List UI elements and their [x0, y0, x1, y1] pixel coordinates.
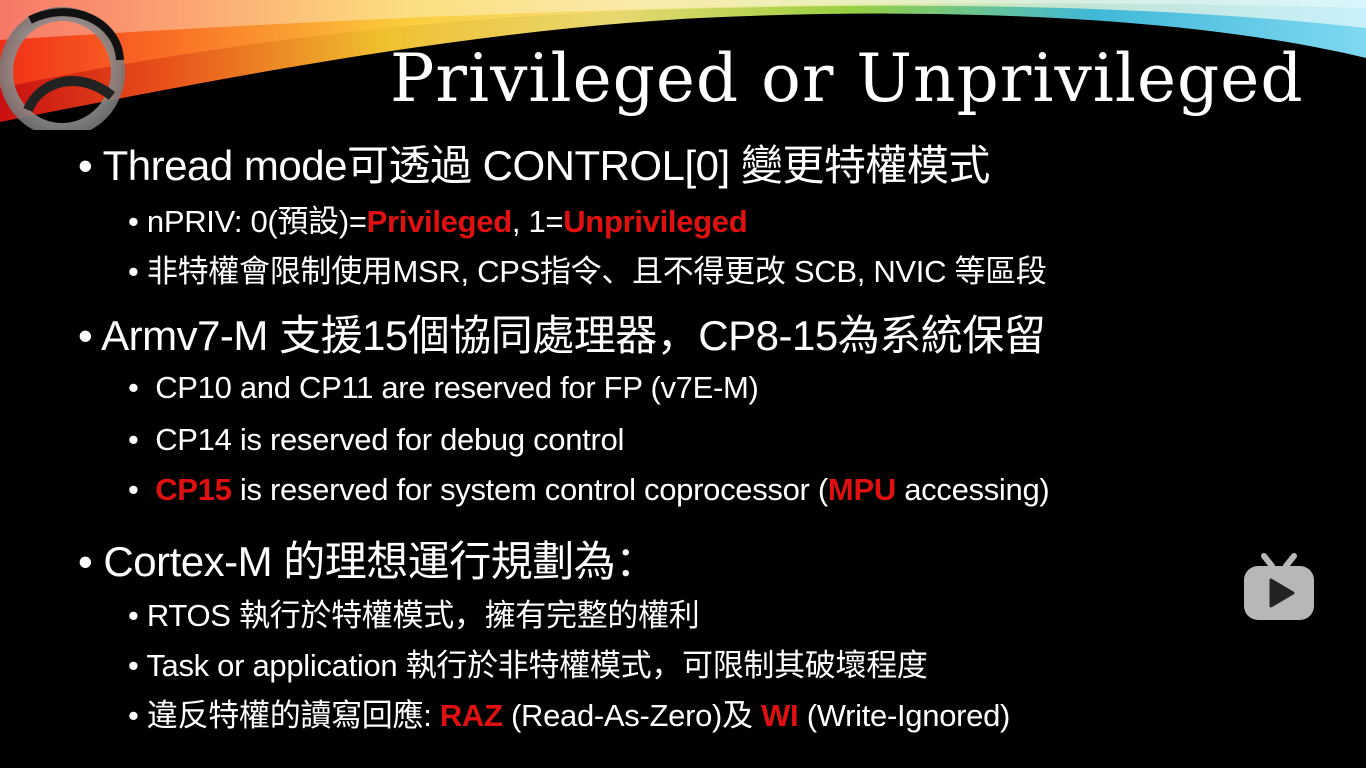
item-text: CP14 is reserved for debug control [155, 422, 625, 457]
item-text: 違反特權的讀寫回應: [146, 698, 440, 733]
item-text: , 1= [511, 204, 564, 239]
item-text: (Read-As-Zero)及 [502, 698, 762, 733]
section-heading-cortex-m: • Cortex-M 的理想運行規劃為： [78, 528, 657, 589]
heading-text: Thread mode可透過 CONTROL[0] 變更特權模式 [102, 142, 991, 189]
list-item-cp10-cp11: • CP10 and CP11 are reserved for FP (v7E… [128, 370, 759, 406]
list-item-rtos: • RTOS 執行於特權模式，擁有完整的權利 [128, 590, 700, 635]
list-item-task: • Task or application 執行於非特權模式，可限制其破壞程度 [128, 640, 928, 685]
item-text: Task or application 執行於非特權模式，可限制其破壞程度 [146, 648, 928, 683]
bullet-icon: • [128, 370, 139, 405]
bullet-icon: • [78, 312, 93, 359]
bullet-icon: • [128, 598, 139, 633]
item-text: CP10 and CP11 are reserved for FP (v7E-M… [155, 370, 759, 405]
list-item-violation: • 違反特權的讀寫回應: RAZ (Read-As-Zero)及 WI (Wri… [128, 690, 1010, 735]
bullet-icon: • [128, 698, 139, 733]
bullet-icon: • [128, 472, 139, 507]
item-text: is reserved for system control coprocess… [231, 472, 828, 507]
bullet-icon: • [78, 142, 93, 189]
section-heading-coprocessors: • Armv7-M 支援15個協同處理器，CP8-15為系統保留 [78, 302, 1046, 363]
highlight-mpu: MPU [827, 472, 896, 507]
highlight-privileged: Privileged [366, 204, 512, 239]
bilibili-tv-icon[interactable] [1242, 552, 1316, 624]
presentation-slide: Privileged or Unprivileged • Thread mode… [0, 0, 1366, 768]
bullet-icon: • [78, 538, 93, 585]
item-text: (Write-Ignored) [798, 698, 1011, 733]
highlight-unprivileged: Unprivileged [563, 204, 748, 239]
list-item-cp15: • CP15 is reserved for system control co… [128, 472, 1050, 508]
bullet-icon: • [128, 204, 139, 239]
list-item-npriv: • nPRIV: 0(預設)=Privileged, 1=Unprivilege… [128, 196, 748, 241]
list-item-restrictions: • 非特權會限制使用MSR, CPS指令、且不得更改 SCB, NVIC 等區段 [128, 246, 1047, 291]
item-text: RTOS 執行於特權模式，擁有完整的權利 [146, 598, 700, 633]
item-text: 非特權會限制使用MSR, CPS指令、且不得更改 SCB, NVIC 等區段 [146, 254, 1047, 289]
highlight-wi: WI [761, 698, 799, 733]
item-text: nPRIV: 0(預設)= [146, 204, 367, 239]
highlight-cp15: CP15 [155, 472, 232, 507]
logo-icon [0, 7, 125, 130]
highlight-raz: RAZ [439, 698, 503, 733]
section-heading-thread-mode: • Thread mode可透過 CONTROL[0] 變更特權模式 [78, 132, 990, 193]
item-text: accessing) [895, 472, 1050, 507]
bullet-icon: • [128, 648, 139, 683]
bullet-icon: • [128, 254, 139, 289]
heading-text: Cortex-M 的理想運行規劃為： [103, 538, 657, 585]
slide-title: Privileged or Unprivileged [390, 40, 1304, 117]
bullet-icon: • [128, 422, 139, 457]
list-item-cp14: • CP14 is reserved for debug control [128, 422, 624, 458]
heading-text: Armv7-M 支援15個協同處理器，CP8-15為系統保留 [101, 312, 1046, 359]
